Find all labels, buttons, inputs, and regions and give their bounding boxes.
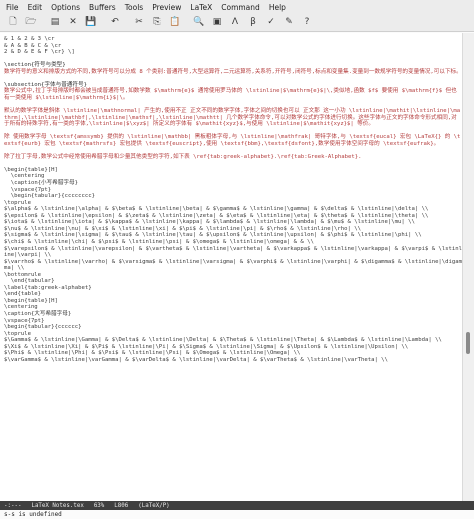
- menu-latex[interactable]: LaTeX: [190, 3, 212, 12]
- code-line: $\varrho$ & \lstinline|\varrho| & $\vars…: [4, 258, 462, 272]
- paste-icon[interactable]: 📋: [167, 16, 183, 30]
- bibtex-icon[interactable]: β: [245, 16, 261, 30]
- code-line: $\iota$ & \lstinline|\iota| & $\kappa$ &…: [4, 219, 415, 226]
- search-icon[interactable]: 🔍: [191, 16, 207, 30]
- code-line: 数学公式中,拉丁字母排版时都会被当成普通符号,如数学数 $\mathrm{e}$…: [4, 88, 457, 101]
- modeline-status: -:---: [4, 502, 22, 509]
- close-buffer-icon[interactable]: ✕: [65, 16, 81, 30]
- code-text[interactable]: & 1 & 2 & 3 \cr & A & B & C & \cr 2 & D & …: [0, 33, 462, 363]
- open-file-icon[interactable]: 🗁: [23, 16, 39, 30]
- cut-icon[interactable]: ✂: [131, 16, 147, 30]
- menu-edit[interactable]: Edit: [28, 3, 43, 12]
- modeline-major-mode[interactable]: (LaTeX/P): [138, 503, 169, 509]
- copy-icon[interactable]: ⎘: [149, 16, 165, 30]
- modeline-line-number: L806: [114, 502, 129, 509]
- save-icon[interactable]: 💾: [83, 16, 99, 30]
- check-icon[interactable]: ✓: [263, 16, 279, 30]
- undo-icon[interactable]: ↶: [107, 16, 123, 30]
- menu-command[interactable]: Command: [221, 3, 260, 12]
- menu-buffers[interactable]: Buffers: [89, 3, 116, 12]
- toolbar: 🗋 🗁 ▤ ✕ 💾 ↶ ✂ ⎘ 📋 🔍 ▣ Λβ ✓ ✎?: [0, 14, 474, 32]
- new-file-icon[interactable]: 🗋: [5, 16, 21, 30]
- menu-preview[interactable]: Preview: [152, 3, 181, 12]
- code-line: $\Gamma$ & \lstinline|\Gamma| & $\Delta$…: [4, 337, 442, 344]
- code-line: 除 使用数学字母 \textsf{amssymb} 提供的 \lstinline…: [4, 134, 461, 147]
- code-line: 默认的数学字体是斜体 \lstinline|\mathnormal| 产生的,使…: [4, 108, 461, 128]
- mode-line: -:--- LaTeX Notes.tex 63% L806 (LaTeX/P): [0, 501, 474, 510]
- menu-tools[interactable]: Tools: [125, 3, 143, 12]
- open-directory-icon[interactable]: ▤: [47, 16, 63, 30]
- help-icon[interactable]: ?: [299, 16, 315, 30]
- menu-bar: File Edit Options Buffers Tools Preview LaTeX C…: [0, 0, 474, 14]
- code-line: $\varGamma$ & \lstinline|\varGamma| & $\…: [4, 356, 388, 363]
- spell-icon[interactable]: ✎: [281, 16, 297, 30]
- code-line: $\alpha$ & \lstinline|\alpha| & $\beta$ …: [4, 206, 429, 213]
- menu-options[interactable]: Options: [51, 3, 80, 12]
- preview-icon[interactable]: ▣: [209, 16, 225, 30]
- code-line: $\varepsilon$ & \lstinline|\varepsilon| …: [4, 245, 462, 259]
- scrollbar-thumb[interactable]: [466, 332, 470, 354]
- menu-help[interactable]: Help: [269, 3, 286, 12]
- minibuffer[interactable]: s-s is undefined: [0, 510, 474, 519]
- code-line: $\sigma$ & \lstinline|\sigma| & $\tau$ &…: [4, 232, 422, 239]
- menu-file[interactable]: File: [6, 3, 19, 12]
- vertical-scrollbar[interactable]: [462, 33, 474, 501]
- modeline-buffer-name[interactable]: LaTeX Notes.tex: [31, 503, 83, 509]
- modeline-percent: 63%: [93, 502, 105, 509]
- code-line: 数学符号的意义和排版方式的不同,数学符号可以分成 8 个类别:普通符号,大型运算…: [4, 68, 462, 75]
- editor-buffer[interactable]: & 1 & 2 & 3 \cr & A & B & C & \cr 2 & D & …: [0, 33, 462, 501]
- minibuffer-message: s-s is undefined: [4, 511, 62, 518]
- latex-icon[interactable]: Λ: [227, 16, 243, 30]
